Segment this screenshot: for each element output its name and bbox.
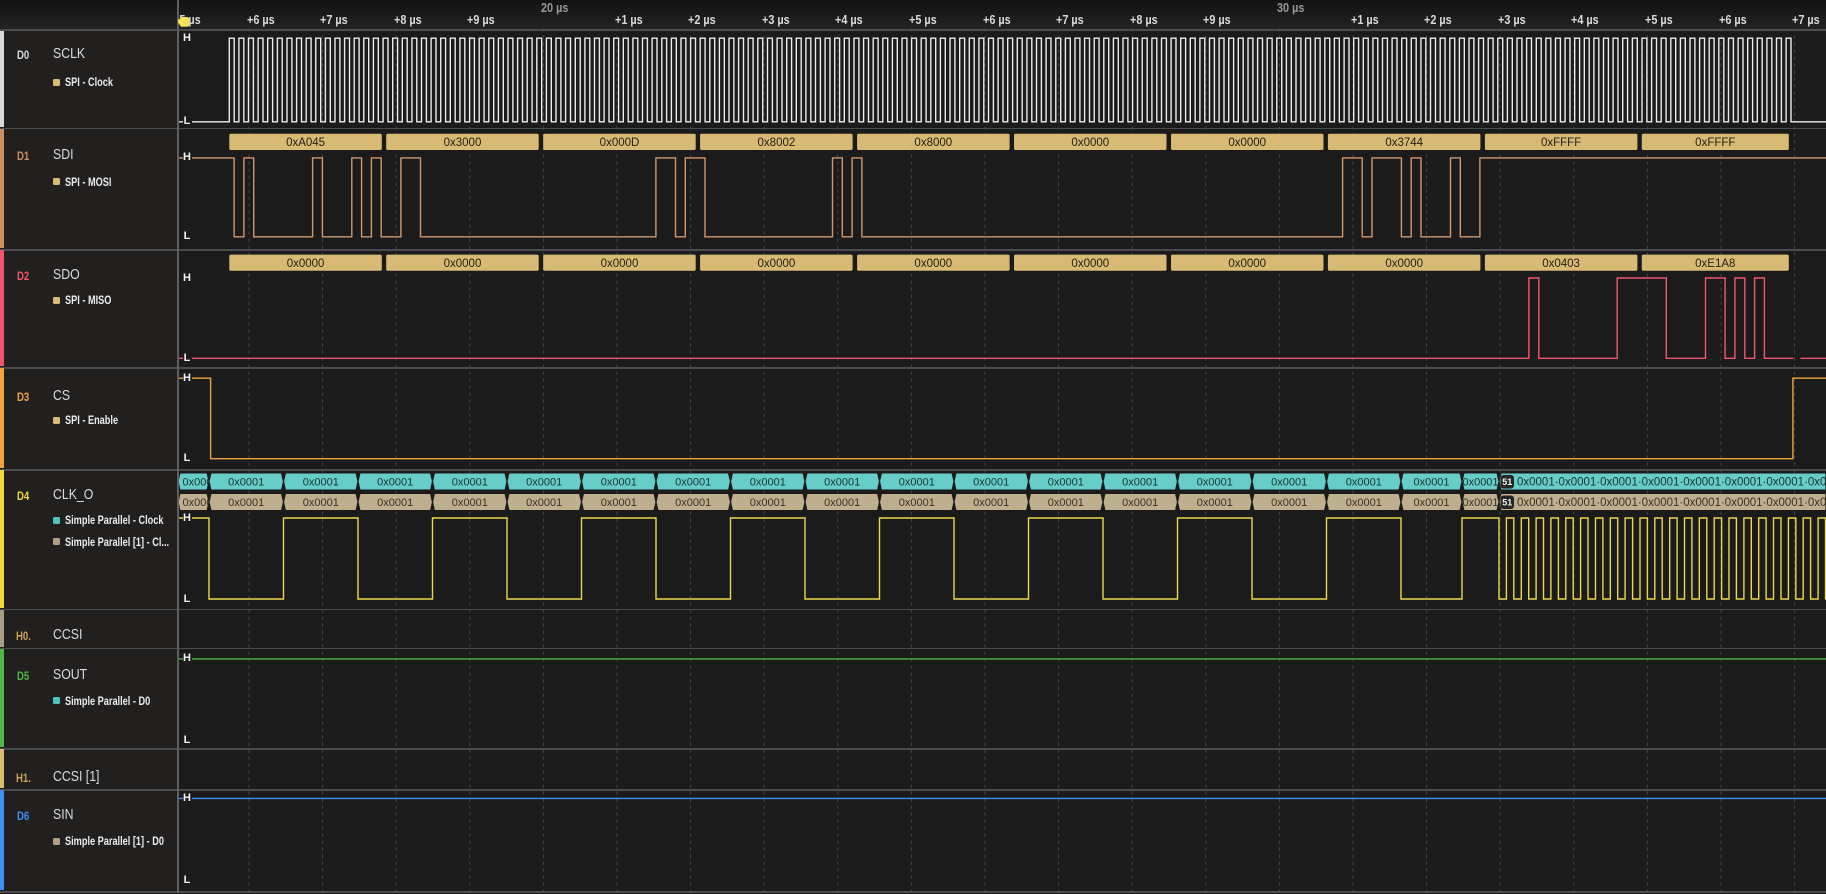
svg-text:0x0001: 0x0001 [526, 477, 562, 489]
svg-text:0x0001: 0x0001 [1462, 497, 1498, 509]
svg-text:0xFFFF: 0xFFFF [1695, 137, 1735, 149]
svg-text:0x0001: 0x0001 [1197, 477, 1233, 489]
svg-text:51: 51 [1502, 498, 1512, 508]
svg-text:0x0001: 0x0001 [899, 477, 935, 489]
svg-text:0x0001: 0x0001 [1346, 497, 1382, 509]
svg-text:0x3744: 0x3744 [1385, 137, 1423, 149]
svg-text:0x0001: 0x0001 [303, 477, 339, 489]
svg-text:0xE1A8: 0xE1A8 [1695, 258, 1735, 270]
svg-text:0x0001: 0x0001 [675, 477, 711, 489]
svg-text:0x0001: 0x0001 [1048, 497, 1084, 509]
svg-text:0x0001·0x0001·0x0001·0x0001·0x: 0x0001·0x0001·0x0001·0x0001·0x0001·0x000… [1517, 497, 1826, 509]
svg-text:0x3000: 0x3000 [444, 137, 482, 149]
svg-text:51: 51 [1502, 477, 1512, 487]
svg-text:0x0001: 0x0001 [377, 477, 413, 489]
svg-text:0x000D: 0x000D [600, 137, 640, 149]
svg-text:0x8000: 0x8000 [914, 137, 952, 149]
svg-text:0x0001: 0x0001 [452, 497, 488, 509]
svg-text:0x0000: 0x0000 [914, 258, 952, 270]
svg-text:0x0001: 0x0001 [1462, 477, 1498, 489]
svg-text:0x0001: 0x0001 [1122, 477, 1158, 489]
svg-text:0x0001: 0x0001 [228, 477, 264, 489]
svg-text:0x0001: 0x0001 [973, 497, 1009, 509]
svg-text:0x0001: 0x0001 [601, 497, 637, 509]
svg-text:0x0000: 0x0000 [1228, 258, 1266, 270]
svg-text:0x0001: 0x0001 [899, 497, 935, 509]
svg-text:0x0000: 0x0000 [1071, 137, 1109, 149]
svg-text:0x0001: 0x0001 [1271, 477, 1307, 489]
svg-text:0x0001: 0x0001 [452, 477, 488, 489]
svg-text:0x0001·0x0001·0x0001·0x0001·0x: 0x0001·0x0001·0x0001·0x0001·0x0001·0x000… [1517, 477, 1826, 489]
svg-text:0x0001: 0x0001 [303, 497, 339, 509]
svg-text:0x0001: 0x0001 [824, 497, 860, 509]
svg-text:0x0000: 0x0000 [287, 258, 325, 270]
svg-text:0x000: 0x000 [183, 477, 213, 489]
svg-text:0x0001: 0x0001 [1413, 497, 1449, 509]
svg-text:0x0000: 0x0000 [1071, 258, 1109, 270]
svg-text:0x0000: 0x0000 [1385, 258, 1423, 270]
svg-text:0x0001: 0x0001 [1346, 477, 1382, 489]
svg-text:0x0001: 0x0001 [526, 497, 562, 509]
svg-text:0x0001: 0x0001 [601, 477, 637, 489]
svg-text:0x0001: 0x0001 [1197, 497, 1233, 509]
svg-text:0x0000: 0x0000 [601, 258, 639, 270]
svg-text:0x0001: 0x0001 [675, 497, 711, 509]
svg-text:0x0001: 0x0001 [1413, 477, 1449, 489]
svg-text:0xA045: 0xA045 [286, 137, 325, 149]
svg-text:0x0001: 0x0001 [973, 477, 1009, 489]
svg-text:0x0001: 0x0001 [228, 497, 264, 509]
svg-text:0x0001: 0x0001 [1122, 497, 1158, 509]
svg-text:0x0001: 0x0001 [1048, 477, 1084, 489]
svg-text:0x0000: 0x0000 [758, 258, 796, 270]
svg-text:0x000: 0x000 [183, 497, 213, 509]
svg-text:0x0001: 0x0001 [750, 477, 786, 489]
svg-text:0xFFFF: 0xFFFF [1541, 137, 1581, 149]
svg-text:0x0001: 0x0001 [377, 497, 413, 509]
svg-text:0x0001: 0x0001 [1271, 497, 1307, 509]
svg-text:0x0403: 0x0403 [1542, 258, 1580, 270]
svg-text:0x0000: 0x0000 [1228, 137, 1266, 149]
svg-text:0x0000: 0x0000 [444, 258, 482, 270]
svg-text:0x0001: 0x0001 [750, 497, 786, 509]
svg-text:0x0001: 0x0001 [824, 477, 860, 489]
svg-text:0x8002: 0x8002 [758, 137, 796, 149]
